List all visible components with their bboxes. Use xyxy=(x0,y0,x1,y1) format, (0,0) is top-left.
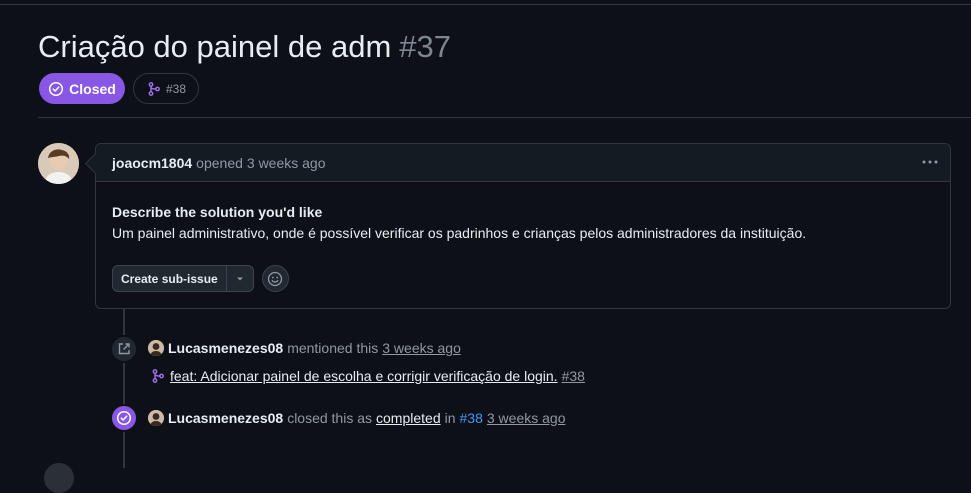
issue-title: Criação do painel de adm #37 xyxy=(38,28,451,66)
issue-comment: joaocm1804 opened 3 weeks ago Describe t… xyxy=(95,143,951,309)
issue-state-label: Closed xyxy=(69,80,116,97)
comment-text: Um painel administrativo, onde é possíve… xyxy=(112,225,807,241)
git-merge-icon xyxy=(146,81,162,97)
event-user[interactable]: Lucasmenezes08 xyxy=(168,410,283,426)
git-merge-icon xyxy=(150,368,166,384)
linked-pr-button[interactable]: #38 xyxy=(133,73,199,104)
avatar[interactable] xyxy=(148,340,164,356)
avatar[interactable] xyxy=(38,143,79,184)
linked-pr-number: #38 xyxy=(165,81,187,96)
comment-action: opened xyxy=(196,154,243,171)
referenced-pr: feat: Adicionar painel de escolha e corr… xyxy=(150,368,585,384)
event-in-label: in xyxy=(444,410,456,426)
issue-state-badge: Closed xyxy=(39,73,125,104)
comment-actions: Create sub-issue xyxy=(112,265,289,292)
header-divider xyxy=(38,117,971,118)
referenced-pr-number[interactable]: #38 xyxy=(562,368,585,384)
closing-pr-link[interactable]: #38 xyxy=(460,410,483,426)
create-sub-issue-button: Create sub-issue xyxy=(112,265,254,292)
smiley-icon xyxy=(267,271,283,287)
cross-reference-icon xyxy=(110,335,138,363)
event-action: mentioned this xyxy=(287,340,379,356)
timeline-event-closed: Lucasmenezes08 closed this as completed … xyxy=(148,410,565,426)
issue-title-text: Criação do painel de adm xyxy=(38,29,392,64)
add-reaction-button[interactable] xyxy=(261,265,289,292)
comment-body: Describe the solution you'd like Um pain… xyxy=(112,202,806,244)
more-options-icon[interactable] xyxy=(920,153,940,171)
avatar[interactable] xyxy=(148,410,164,426)
create-sub-issue-label[interactable]: Create sub-issue xyxy=(113,266,227,291)
issue-number: #37 xyxy=(399,29,452,64)
timeline-event-mention: Lucasmenezes08 mentioned this 3 weeks ag… xyxy=(148,340,461,356)
issue-closed-icon xyxy=(48,81,64,97)
issue-closed-icon xyxy=(110,404,138,432)
event-action: closed this as xyxy=(287,410,373,426)
referenced-pr-title[interactable]: feat: Adicionar painel de escolha e corr… xyxy=(170,368,558,384)
top-divider xyxy=(0,4,971,5)
event-time[interactable]: 3 weeks ago xyxy=(382,340,461,356)
comment-header: joaocm1804 opened 3 weeks ago xyxy=(96,144,950,182)
event-time[interactable]: 3 weeks ago xyxy=(487,410,566,426)
close-reason-link[interactable]: completed xyxy=(376,410,441,426)
event-user[interactable]: Lucasmenezes08 xyxy=(168,340,283,356)
comment-heading: Describe the solution you'd like xyxy=(112,204,323,220)
chevron-down-icon[interactable] xyxy=(227,266,253,291)
timeline-line xyxy=(123,309,125,468)
comment-time[interactable]: 3 weeks ago xyxy=(247,155,326,171)
comment-author[interactable]: joaocm1804 xyxy=(112,155,192,171)
